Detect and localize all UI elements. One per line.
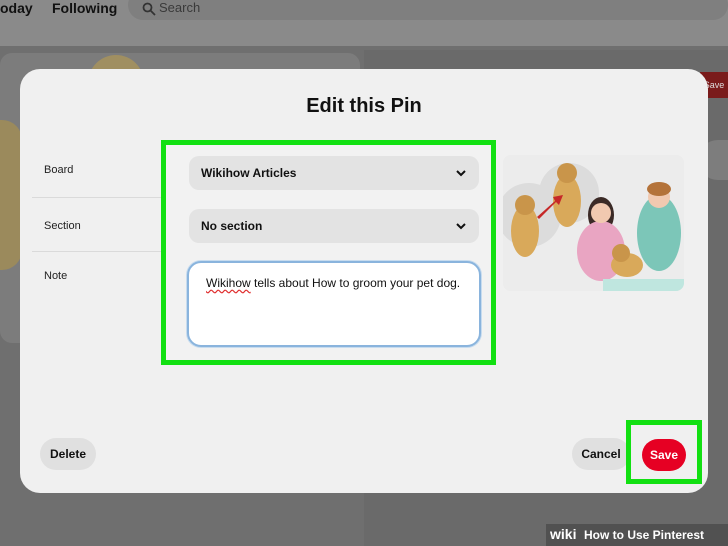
pin-image xyxy=(503,155,684,291)
note-text-rest: tells about How to groom your pet dog. xyxy=(250,276,461,290)
chevron-down-icon xyxy=(456,170,466,177)
watermark-title: How to Use Pinterest xyxy=(584,528,705,542)
board-dropdown[interactable]: Wikihow Articles xyxy=(189,156,479,190)
wikihow-watermark: wiki How to Use Pinterest xyxy=(546,524,728,546)
background-dog-image xyxy=(0,120,22,270)
search-icon xyxy=(142,2,156,16)
search-input[interactable]: Search xyxy=(128,0,728,20)
delete-button[interactable]: Delete xyxy=(40,438,96,470)
cancel-button[interactable]: Cancel xyxy=(572,438,630,470)
chevron-down-icon xyxy=(456,223,466,230)
section-label: Section xyxy=(44,220,81,232)
top-navigation-bar: oday Following Search xyxy=(0,0,728,46)
nav-today-tab[interactable]: oday xyxy=(0,0,33,16)
note-label: Note xyxy=(44,270,68,282)
section-dropdown[interactable]: No section xyxy=(189,209,479,243)
misspelled-word: Wikihow xyxy=(206,276,251,290)
note-text: Wikihow tells about How to groom your pe… xyxy=(206,275,466,292)
section-value: No section xyxy=(201,219,263,233)
board-label: Board xyxy=(44,164,74,176)
nav-following-tab[interactable]: Following xyxy=(52,0,117,16)
search-placeholder: Search xyxy=(159,0,201,15)
note-textarea[interactable]: Wikihow tells about How to groom your pe… xyxy=(187,261,481,347)
save-button[interactable]: Save xyxy=(642,439,686,471)
watermark-wiki: wiki xyxy=(550,526,577,542)
modal-title: Edit this Pin xyxy=(306,95,422,117)
pin-illustration xyxy=(503,155,684,291)
board-value: Wikihow Articles xyxy=(201,166,297,180)
